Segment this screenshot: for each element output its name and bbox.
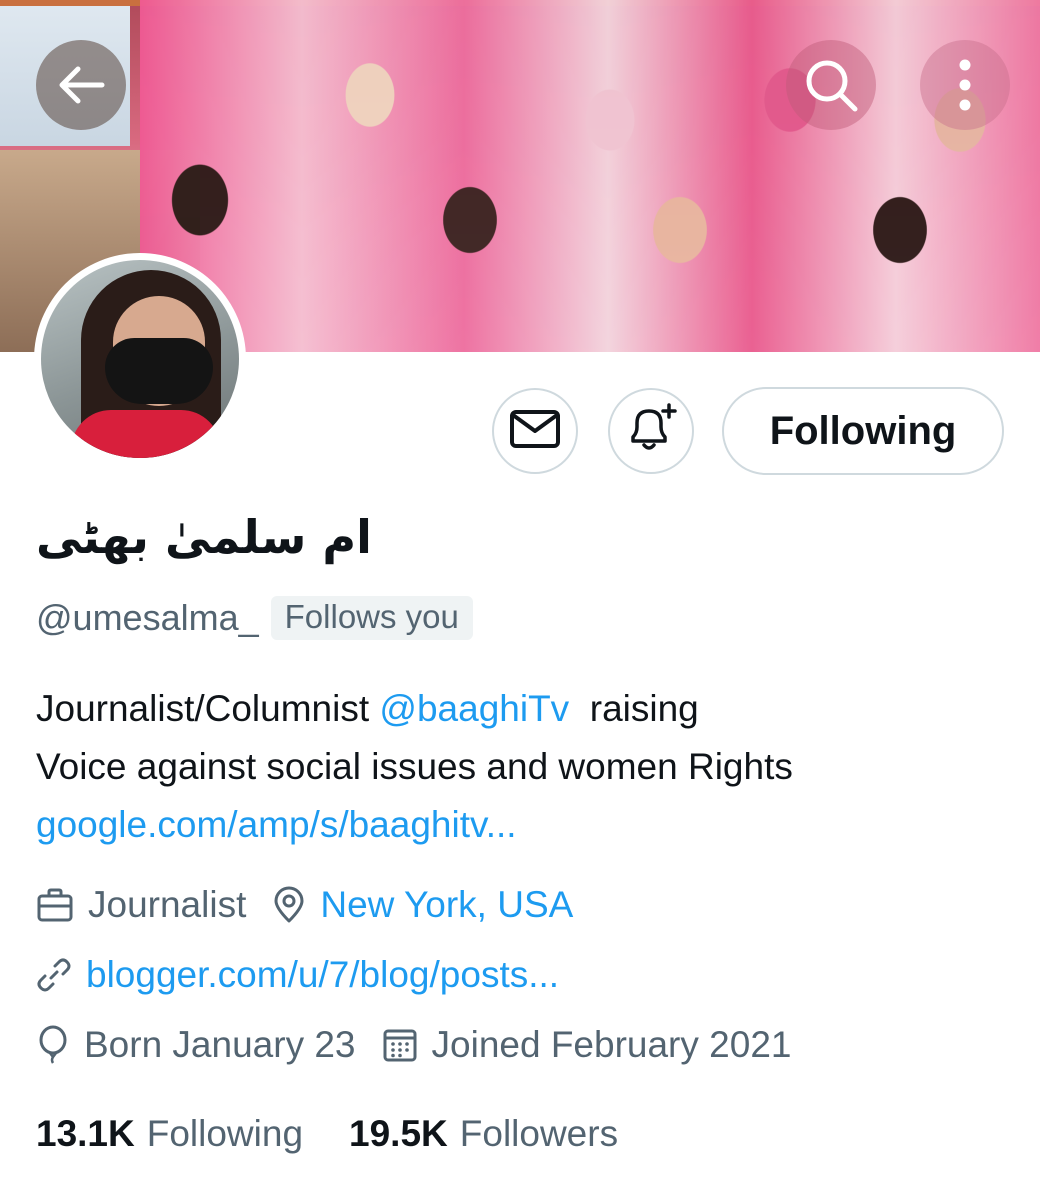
banner-photo — [140, 0, 1040, 352]
briefcase-icon — [36, 887, 88, 923]
birthday-item: Born January 23 — [36, 1024, 356, 1066]
profile-bio: Journalist/Columnist @baaghiTv raising V… — [36, 680, 1016, 854]
more-options-button[interactable] — [920, 40, 1010, 130]
following-count: 13.1K — [36, 1113, 135, 1154]
avatar-shirt — [71, 410, 221, 458]
more-vertical-icon — [958, 57, 972, 113]
profession-text: Journalist — [88, 884, 247, 925]
profile-meta-row-1: Journalist New York, USA — [36, 884, 599, 926]
back-arrow-icon — [56, 65, 106, 105]
birthday-text: Born January 23 — [84, 1024, 356, 1065]
location-text[interactable]: New York, USA — [320, 884, 573, 926]
bio-link[interactable]: google.com/amp/s/baaghitv... — [36, 796, 1016, 854]
bio-line-1: Journalist/Columnist @baaghiTv raising — [36, 680, 1016, 738]
website-item[interactable]: blogger.com/u/7/blog/posts... — [36, 954, 559, 996]
avatar-photo — [41, 260, 239, 458]
followers-stat[interactable]: 19.5K Followers — [349, 1113, 618, 1155]
profile-meta-row-3: Born January 23 Joined February 2021 — [36, 1024, 817, 1066]
profession-item: Journalist — [36, 884, 246, 926]
bio-line-2: Voice against social issues and women Ri… — [36, 746, 793, 787]
following-label: Following — [146, 1113, 304, 1154]
profile-meta-row-2: blogger.com/u/7/blog/posts... — [36, 954, 585, 996]
profile-avatar[interactable] — [34, 253, 246, 465]
location-item[interactable]: New York, USA — [272, 884, 573, 926]
location-pin-icon — [272, 886, 320, 924]
follows-you-badge: Follows you — [270, 596, 473, 640]
bio-text-continued: raising — [569, 688, 699, 729]
bio-text: Journalist/Columnist — [36, 688, 380, 729]
following-button[interactable]: Following — [722, 387, 1004, 475]
back-button[interactable] — [36, 40, 126, 130]
link-icon — [36, 957, 86, 993]
message-button[interactable] — [492, 388, 578, 474]
follow-stats: 13.1K Following 19.5K Followers — [36, 1113, 664, 1155]
avatar-mask — [105, 338, 213, 404]
search-button[interactable] — [786, 40, 876, 130]
mail-icon — [509, 409, 561, 454]
joined-item: Joined February 2021 — [382, 1024, 792, 1066]
user-handle: @umesalma_ — [36, 597, 259, 638]
calendar-icon — [382, 1027, 432, 1063]
followers-count: 19.5K — [349, 1113, 448, 1154]
handle-row: @umesalma_ Follows you — [36, 596, 473, 640]
balloon-icon — [36, 1025, 84, 1065]
display-name: ام سلمیٰ بھٹی — [36, 510, 372, 564]
following-stat[interactable]: 13.1K Following — [36, 1113, 303, 1155]
followers-label: Followers — [459, 1113, 619, 1154]
bio-mention-link[interactable]: @baaghiTv — [379, 688, 569, 729]
joined-text: Joined February 2021 — [431, 1024, 792, 1065]
notifications-button[interactable] — [608, 388, 694, 474]
bell-plus-icon — [623, 402, 679, 460]
search-icon — [803, 57, 859, 113]
website-link[interactable]: blogger.com/u/7/blog/posts... — [86, 954, 559, 996]
